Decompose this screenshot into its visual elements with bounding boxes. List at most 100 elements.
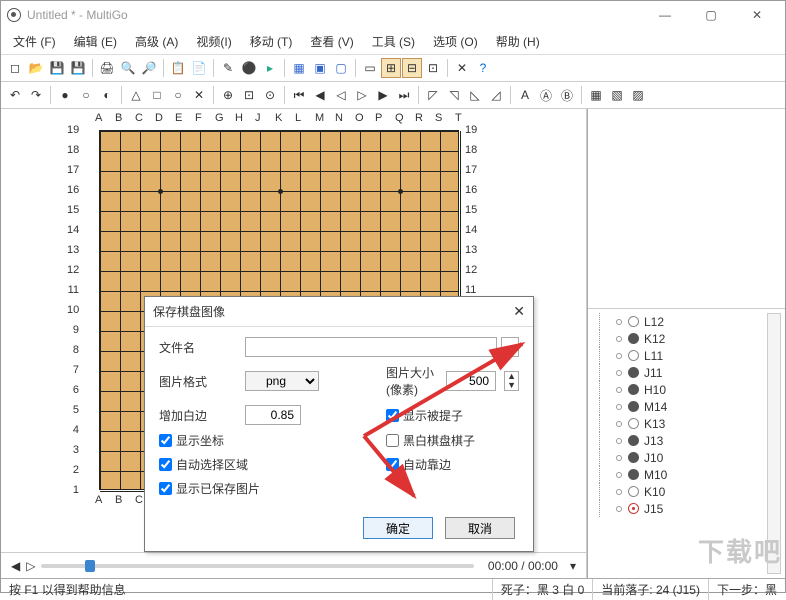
move-row[interactable]: L12 <box>594 313 779 330</box>
back-icon[interactable]: ◁ <box>331 85 351 105</box>
dialog-close-icon[interactable]: ✕ <box>513 303 525 320</box>
branch-up-icon[interactable]: ◸ <box>423 85 443 105</box>
stone-w-icon <box>628 418 639 429</box>
size-input[interactable] <box>446 371 496 391</box>
auto-edge-checkbox[interactable]: 自动靠边 <box>386 456 519 473</box>
copy-icon[interactable]: 📋 <box>168 58 188 78</box>
show-captured-checkbox[interactable]: 显示被提子 <box>386 407 519 424</box>
maximize-button[interactable]: ▢ <box>689 2 733 28</box>
move-row[interactable]: M10 <box>594 466 779 483</box>
fwd-icon[interactable]: ▷ <box>352 85 372 105</box>
saveas-icon[interactable]: 💾 <box>68 58 88 78</box>
open-icon[interactable]: 📂 <box>26 58 46 78</box>
struct-icon[interactable]: ⊡ <box>423 58 443 78</box>
marker-a-icon[interactable]: A <box>515 85 535 105</box>
show-saved-checkbox[interactable]: 显示已保存图片 <box>159 480 519 497</box>
move-row[interactable]: H10 <box>594 381 779 398</box>
edit-icon[interactable]: ✎ <box>218 58 238 78</box>
menu-view[interactable]: 查看 (V) <box>310 33 353 50</box>
menu-file[interactable]: 文件 (F) <box>13 33 56 50</box>
bw-stones-checkbox[interactable]: 黑白棋盘棋子 <box>386 432 519 449</box>
link-icon[interactable]: ⊕ <box>218 85 238 105</box>
playback-slider[interactable] <box>41 564 473 568</box>
move-row[interactable]: K12 <box>594 330 779 347</box>
triangle-icon[interactable]: △ <box>126 85 146 105</box>
filename-input[interactable] <box>245 337 497 357</box>
size-spinner-icon[interactable]: ▲▼ <box>504 371 519 391</box>
last-icon[interactable]: ⏭ <box>394 85 414 105</box>
redo-icon[interactable]: ↷ <box>26 85 46 105</box>
menu-options[interactable]: 选项 (O) <box>433 33 478 50</box>
menu-tools[interactable]: 工具 (S) <box>372 33 415 50</box>
help-icon[interactable]: ? <box>473 58 493 78</box>
move-row[interactable]: J15 <box>594 500 779 517</box>
circle-icon[interactable]: ○ <box>168 85 188 105</box>
export-icon[interactable]: ▨ <box>628 85 648 105</box>
blackstone-icon[interactable]: ● <box>55 85 75 105</box>
browse-button[interactable]: ... <box>501 337 519 357</box>
menu-edit[interactable]: 编辑 (E) <box>74 33 117 50</box>
menu-video[interactable]: 视频(I) <box>196 33 231 50</box>
move-row[interactable]: K10 <box>594 483 779 500</box>
branch-down-icon[interactable]: ◹ <box>444 85 464 105</box>
branch-right-icon[interactable]: ◿ <box>486 85 506 105</box>
chart-icon[interactable]: ▦ <box>586 85 606 105</box>
tree-scrollbar[interactable] <box>767 313 781 574</box>
img-icon[interactable]: ▧ <box>607 85 627 105</box>
move-row[interactable]: J11 <box>594 364 779 381</box>
preview-icon[interactable]: 🔍 <box>118 58 138 78</box>
tree-icon[interactable]: ⊞ <box>381 58 401 78</box>
print-icon[interactable]: 🖨 <box>97 58 117 78</box>
comment-panel[interactable] <box>588 109 785 309</box>
whitestone-icon[interactable]: ○ <box>76 85 96 105</box>
search-icon[interactable]: 🔎 <box>139 58 159 78</box>
info-icon[interactable]: ▣ <box>310 58 330 78</box>
next-icon[interactable]: ▶ <box>373 85 393 105</box>
move-row[interactable]: M14 <box>594 398 779 415</box>
view-icon[interactable]: ▢ <box>331 58 351 78</box>
move-row[interactable]: K13 <box>594 415 779 432</box>
play-prev-icon[interactable]: ◀ <box>11 559 20 573</box>
auto-select-checkbox[interactable]: 自动选择区域 <box>159 456 378 473</box>
play-mode-icon[interactable]: ▾ <box>570 559 576 573</box>
branch-icon[interactable]: ⊟ <box>402 58 422 78</box>
prev-icon[interactable]: ◀ <box>310 85 330 105</box>
move-row[interactable]: L11 <box>594 347 779 364</box>
play-start-icon[interactable]: ▷ <box>26 559 35 573</box>
stone-b-icon <box>628 452 639 463</box>
marker-b-icon[interactable]: Ⓐ <box>536 85 556 105</box>
save-icon[interactable]: 💾 <box>47 58 67 78</box>
branch-left-icon[interactable]: ◺ <box>465 85 485 105</box>
settings-icon[interactable]: ✕ <box>452 58 472 78</box>
menu-move[interactable]: 移动 (T) <box>250 33 293 50</box>
menu-advanced[interactable]: 高级 (A) <box>135 33 178 50</box>
web-icon[interactable]: ⊡ <box>239 85 259 105</box>
bwstone-icon[interactable]: ◐ <box>97 85 117 105</box>
panel-icon[interactable]: ▭ <box>360 58 380 78</box>
show-coords-checkbox[interactable]: 显示坐标 <box>159 432 378 449</box>
play-icon[interactable]: ▸ <box>260 58 280 78</box>
move-row[interactable]: J13 <box>594 432 779 449</box>
node-icon[interactable]: ⊙ <box>260 85 280 105</box>
move-row[interactable]: J10 <box>594 449 779 466</box>
playback-bar: ◀ ▷ 00:00 / 00:00 ▾ <box>1 552 586 578</box>
undo-icon[interactable]: ↶ <box>5 85 25 105</box>
cross-icon[interactable]: ✕ <box>189 85 209 105</box>
format-select[interactable]: png <box>245 371 319 391</box>
label-icon[interactable]: Ⓑ <box>557 85 577 105</box>
side-panel: L12K12L11J11H10M14K13J13J10M10K10J15 <box>587 109 785 578</box>
grid-icon[interactable]: ▦ <box>289 58 309 78</box>
ball-icon[interactable]: ⚫ <box>239 58 259 78</box>
cancel-button[interactable]: 取消 <box>445 517 515 539</box>
status-dead: 死子：黑 3 白 0 <box>493 579 593 600</box>
square-icon[interactable]: □ <box>147 85 167 105</box>
new-icon[interactable]: ◻ <box>5 58 25 78</box>
dialog-titlebar: 保存棋盘图像 ✕ <box>145 297 533 327</box>
first-icon[interactable]: ⏮ <box>289 85 309 105</box>
menu-help[interactable]: 帮助 (H) <box>496 33 540 50</box>
minimize-button[interactable]: — <box>643 2 687 28</box>
margin-input[interactable] <box>245 405 301 425</box>
paste-icon[interactable]: 📄 <box>189 58 209 78</box>
ok-button[interactable]: 确定 <box>363 517 433 539</box>
close-button[interactable]: ✕ <box>735 2 779 28</box>
